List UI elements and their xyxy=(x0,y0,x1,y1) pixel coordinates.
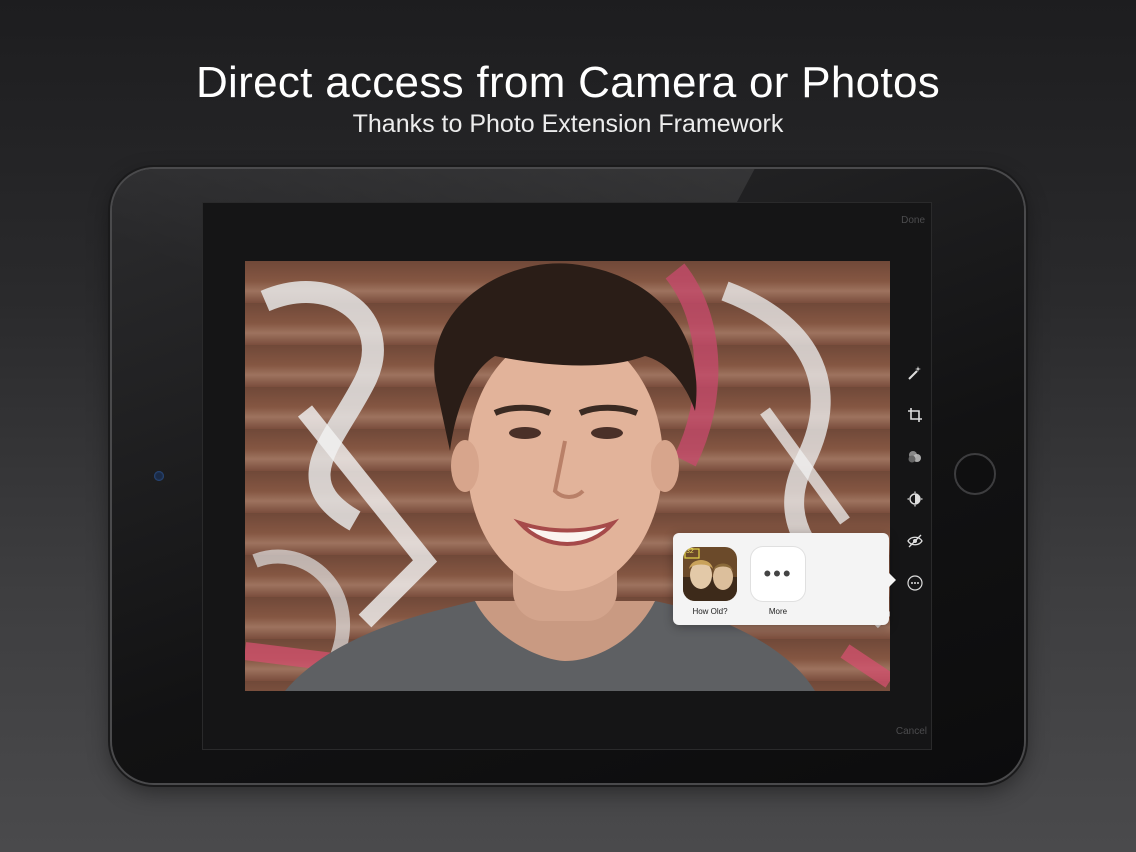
edited-photo xyxy=(245,261,890,691)
how-old-app-icon[interactable]: 32 xyxy=(683,547,737,601)
crop-icon[interactable] xyxy=(905,405,925,425)
popover-arrow xyxy=(888,572,896,588)
photo-illustration xyxy=(245,261,890,691)
cancel-button[interactable]: Cancel xyxy=(896,726,927,737)
auto-enhance-icon[interactable] xyxy=(905,363,925,383)
promo-subline: Thanks to Photo Extension Framework xyxy=(352,110,784,138)
extension-how-old[interactable]: 32 How Old? xyxy=(683,547,737,616)
promo-headline: Direct access from Camera or Photos xyxy=(195,58,941,107)
extensions-icon[interactable] xyxy=(905,573,925,593)
front-camera xyxy=(154,471,164,481)
photo-editor-screen: Done 32 How Old? ••• More Cancel xyxy=(202,202,932,750)
adjust-icon[interactable] xyxy=(905,489,925,509)
extension-label: How Old? xyxy=(692,607,728,616)
red-eye-icon[interactable] xyxy=(905,531,925,551)
done-button[interactable]: Done xyxy=(901,215,925,226)
home-button[interactable] xyxy=(954,453,996,495)
extension-label: More xyxy=(768,607,788,616)
filters-icon[interactable] xyxy=(905,447,925,467)
more-dots-icon[interactable]: ••• xyxy=(751,547,805,601)
age-badge: 32 xyxy=(686,548,694,555)
extension-more[interactable]: ••• More xyxy=(751,547,805,616)
ipad-device-frame: Done 32 How Old? ••• More Cancel xyxy=(112,169,1024,783)
extensions-popover: 32 How Old? ••• More xyxy=(673,533,896,625)
